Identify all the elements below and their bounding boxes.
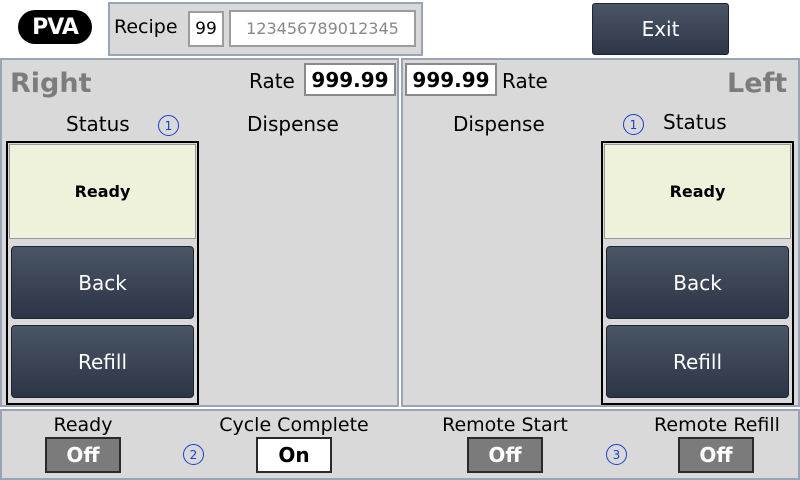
left-status-label: Status bbox=[663, 110, 727, 134]
left-refill-button[interactable]: Refill bbox=[606, 325, 789, 398]
right-dispense-label: Dispense bbox=[247, 112, 339, 136]
left-rate-field[interactable]: 999.99 bbox=[405, 63, 497, 96]
left-back-button[interactable]: Back bbox=[606, 246, 789, 319]
cycle-complete-io-label: Cycle Complete bbox=[219, 414, 369, 436]
io-info-icon-2[interactable]: 2 bbox=[183, 444, 204, 465]
cycle-complete-io-indicator[interactable]: On bbox=[256, 437, 332, 473]
recipe-label: Recipe bbox=[114, 16, 178, 38]
remote-start-io-indicator[interactable]: Off bbox=[467, 437, 543, 473]
remote-refill-io-label: Remote Refill bbox=[654, 414, 780, 436]
right-status-info-icon[interactable]: 1 bbox=[158, 115, 179, 136]
right-rate-label: Rate bbox=[249, 69, 295, 93]
ready-io-label: Ready bbox=[53, 414, 113, 436]
right-status-display: Ready bbox=[9, 144, 196, 239]
left-panel-title: Left bbox=[727, 68, 788, 99]
pva-logo: PVA bbox=[18, 10, 92, 44]
left-rate-label: Rate bbox=[502, 69, 548, 93]
right-rate-field[interactable]: 999.99 bbox=[304, 63, 396, 96]
remote-start-io-label: Remote Start bbox=[442, 414, 568, 436]
left-status-info-icon[interactable]: 1 bbox=[623, 114, 644, 135]
right-back-button[interactable]: Back bbox=[11, 246, 194, 319]
ready-io-indicator[interactable]: Off bbox=[45, 437, 121, 473]
right-status-label: Status bbox=[66, 112, 130, 136]
io-info-icon-3[interactable]: 3 bbox=[606, 444, 627, 465]
left-status-display: Ready bbox=[604, 144, 791, 239]
recipe-number-field[interactable]: 99 bbox=[188, 11, 224, 47]
recipe-name-field[interactable]: 123456789012345 bbox=[229, 10, 416, 47]
right-refill-button[interactable]: Refill bbox=[11, 325, 194, 398]
exit-button[interactable]: Exit bbox=[592, 3, 729, 55]
left-dispense-label: Dispense bbox=[453, 112, 545, 136]
right-panel-title: Right bbox=[10, 68, 92, 99]
remote-refill-io-indicator[interactable]: Off bbox=[678, 437, 754, 473]
